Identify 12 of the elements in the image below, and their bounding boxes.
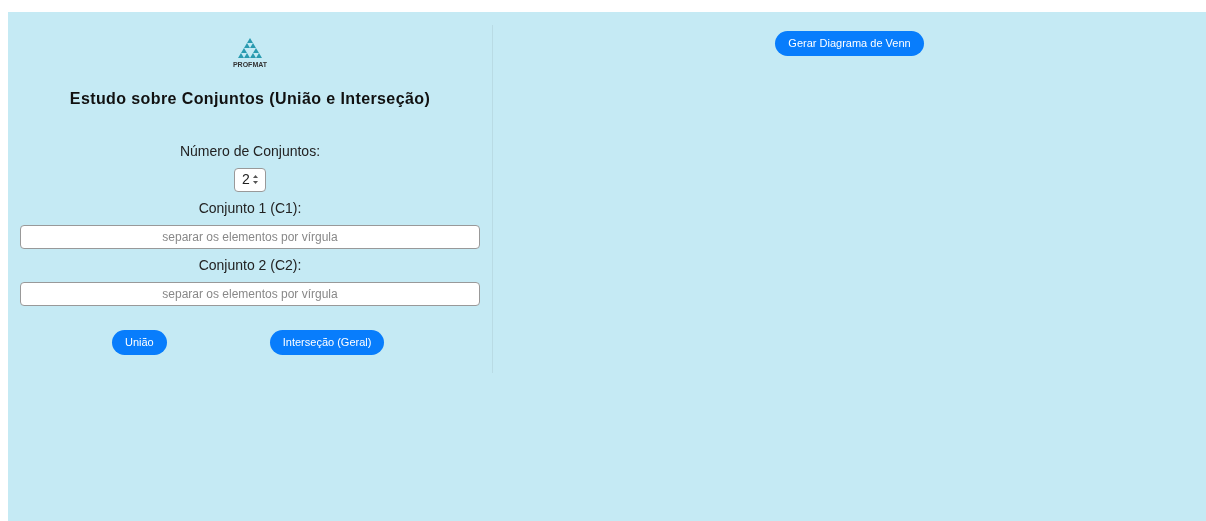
field-label: Número de Conjuntos: (179, 141, 321, 161)
field-label: Conjunto 2 (C2): (198, 255, 302, 275)
action-button[interactable]: União (112, 329, 167, 355)
action-button[interactable]: Interseção (Geral) (269, 329, 385, 355)
input-field[interactable]: separar os elementos por vírgula (20, 224, 480, 249)
logo-icon (238, 38, 262, 58)
field-label: Conjunto 1 (C1): (198, 198, 302, 218)
spinner-icon (252, 175, 258, 184)
venn-diagram-button[interactable]: Gerar Diagrama de Venn (775, 31, 924, 56)
input-field[interactable]: separar os elementos por vírgula (20, 281, 480, 306)
page-title: Estudo sobre Conjuntos (União e Interseção) (69, 88, 431, 109)
number-field[interactable]: 2 (234, 167, 266, 192)
